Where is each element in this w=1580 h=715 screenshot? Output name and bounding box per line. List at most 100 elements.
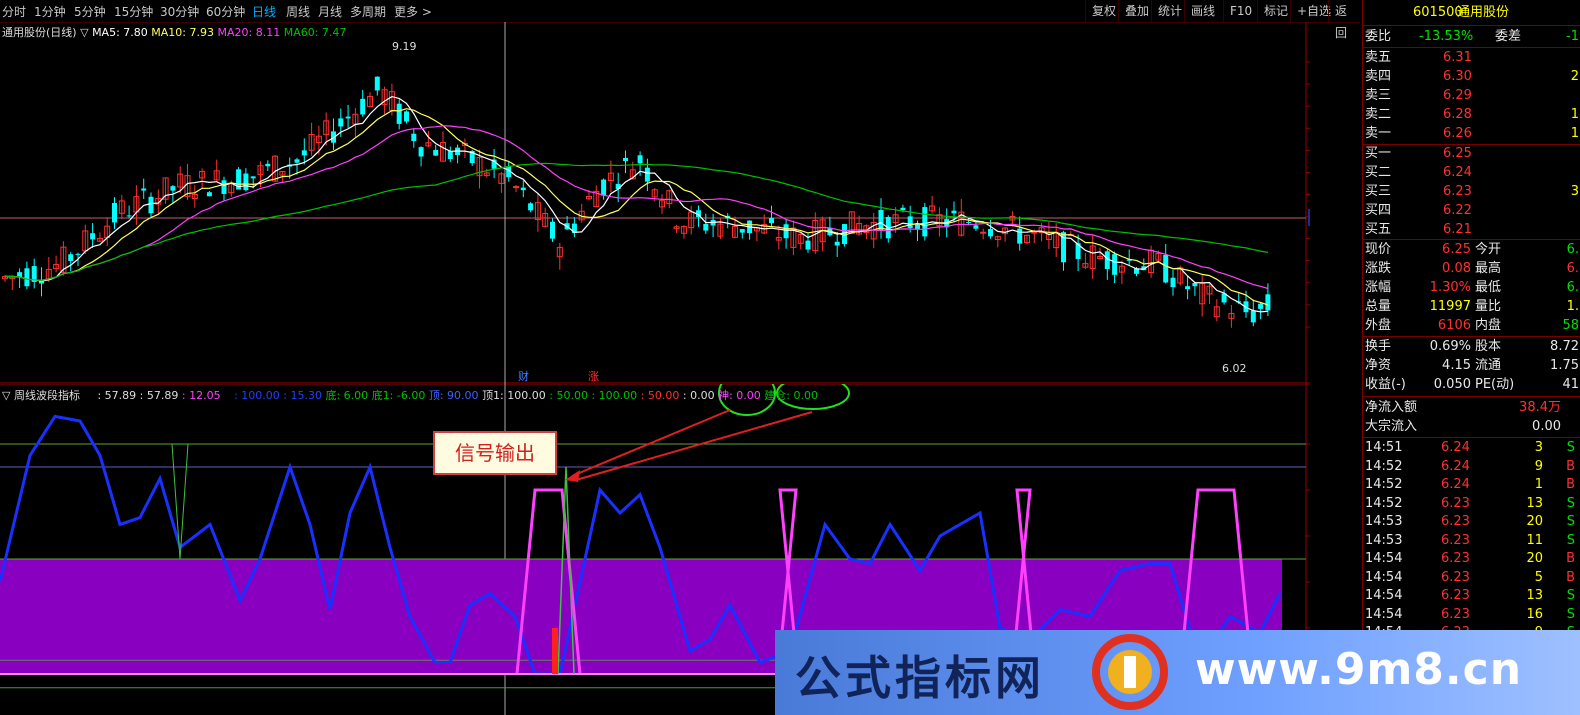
trade-price: 6.23 bbox=[1441, 495, 1470, 511]
trade-price: 6.23 bbox=[1441, 532, 1470, 548]
stock-code: 601500 bbox=[1413, 5, 1463, 20]
period-tab-1[interactable]: 1分钟 bbox=[34, 3, 66, 20]
trade-side: B bbox=[1566, 551, 1575, 566]
ind-val-7: 顶: 90.00 bbox=[428, 389, 479, 402]
trade-row: 14:54 6.23 20 B bbox=[1363, 550, 1580, 568]
trade-side: S bbox=[1566, 495, 1575, 511]
trade-price: 6.23 bbox=[1441, 588, 1470, 603]
bid-label: 买一 bbox=[1365, 146, 1392, 161]
ind-val-2: : 12.05 bbox=[181, 389, 221, 402]
candle-up bbox=[980, 231, 987, 234]
trade-side: B bbox=[1566, 477, 1575, 492]
stock-name: 通用股份 bbox=[1457, 5, 1510, 20]
period-tab-3[interactable]: 15分钟 bbox=[114, 3, 153, 20]
bid-price: 6.21 bbox=[1443, 222, 1472, 237]
fin-row: 收益(-) 0.050 PE(动) 41 bbox=[1363, 376, 1580, 394]
ind-val-8: 顶1: 100.00 bbox=[482, 389, 546, 402]
candle-down bbox=[769, 217, 774, 224]
candle-down bbox=[878, 209, 884, 230]
toolbar-button-4[interactable]: F10 bbox=[1223, 0, 1258, 22]
ind-val-14: 建仓: 0.00 bbox=[764, 389, 818, 402]
fin-label: 收益(-) bbox=[1365, 377, 1406, 392]
ind-val-5: 底: 6.00 bbox=[325, 389, 369, 402]
ask-label: 卖二 bbox=[1365, 107, 1392, 122]
bid-price: 6.22 bbox=[1443, 203, 1472, 218]
trade-row: 14:52 6.24 9 B bbox=[1363, 458, 1580, 476]
fin-row: 换手 0.69% 股本 8.72 bbox=[1363, 338, 1580, 356]
candle-down bbox=[243, 173, 249, 191]
candle-down bbox=[75, 253, 81, 255]
period-tab-5[interactable]: 60分钟 bbox=[206, 3, 245, 20]
candle-down bbox=[126, 215, 132, 217]
candle-down bbox=[396, 103, 402, 124]
ask-row: 卖四 6.30 2 bbox=[1363, 68, 1580, 86]
toolbar-button-3[interactable]: 画线 bbox=[1184, 0, 1221, 22]
toolbar-button-2[interactable]: 统计 bbox=[1151, 0, 1188, 22]
period-tab-0[interactable]: 分时 bbox=[2, 3, 26, 20]
trade-vol: 20 bbox=[1526, 551, 1543, 566]
stat-row: 现价 6.25 今开 6. bbox=[1363, 241, 1580, 259]
candle-down bbox=[644, 167, 650, 182]
fin-label: 净资 bbox=[1365, 358, 1392, 373]
main-legend: 通用股份(日线) ▽ MA5: 7.80 MA10: 7.93 MA20: 8.… bbox=[2, 26, 347, 39]
finance-marker: 财 bbox=[518, 369, 529, 383]
period-tab-9[interactable]: 多周期 bbox=[350, 3, 386, 20]
toolbar-button-7[interactable]: 返回 bbox=[1328, 0, 1360, 40]
fin-value-2: 8.72 bbox=[1550, 339, 1579, 354]
toolbar-button-1[interactable]: 叠加 bbox=[1118, 0, 1155, 22]
netflow-row: 净流入额 38.4万 bbox=[1363, 399, 1580, 417]
fin-label-2: PE(动) bbox=[1475, 377, 1515, 392]
trade-time: 14:54 bbox=[1365, 588, 1403, 603]
toolbar-button-0[interactable]: 复权 bbox=[1085, 0, 1122, 22]
arrow-head bbox=[565, 470, 580, 482]
stat-label: 总量 bbox=[1365, 299, 1392, 314]
candle-down bbox=[1170, 277, 1176, 288]
trade-price: 6.23 bbox=[1441, 569, 1470, 585]
ask-vol: 1 bbox=[1570, 126, 1579, 141]
weibi-label: 委比 bbox=[1365, 29, 1392, 44]
candle-down bbox=[170, 186, 176, 191]
candle-down bbox=[90, 233, 96, 240]
watermark-logo-icon bbox=[1092, 634, 1168, 710]
trade-side: B bbox=[1566, 458, 1575, 474]
ask-row: 卖二 6.28 1 bbox=[1363, 106, 1580, 124]
stat-value: 6106 bbox=[1437, 318, 1471, 333]
candle-up bbox=[1031, 231, 1038, 234]
trade-row: 14:51 6.24 3 S bbox=[1363, 439, 1580, 457]
candle-down bbox=[951, 210, 957, 214]
trade-time: 14:52 bbox=[1365, 477, 1403, 492]
period-tab-10[interactable]: 更多 > bbox=[394, 3, 432, 20]
netflow-value: 38.4万 bbox=[1519, 400, 1561, 415]
weibi-row: 委比 -13.53% 委差 -1 bbox=[1363, 28, 1580, 46]
stat-value-2: 6. bbox=[1566, 261, 1579, 276]
stat-value: 11997 bbox=[1429, 299, 1471, 314]
period-tab-8[interactable]: 月线 bbox=[318, 3, 342, 20]
candle-down bbox=[1192, 282, 1198, 287]
period-tab-2[interactable]: 5分钟 bbox=[74, 3, 106, 20]
ind-val-6: 底1: -6.00 bbox=[371, 389, 426, 402]
period-tab-4[interactable]: 30分钟 bbox=[160, 3, 199, 20]
stat-label-2: 最高 bbox=[1475, 261, 1502, 276]
ind-val-1: : 57.89 bbox=[139, 389, 179, 402]
candle-down bbox=[623, 158, 628, 162]
candle-down bbox=[922, 207, 928, 237]
period-tab-7[interactable]: 周线 bbox=[286, 3, 310, 20]
period-tab-6[interactable]: 日线 bbox=[252, 3, 276, 20]
trade-row: 14:52 6.23 13 S bbox=[1363, 495, 1580, 513]
ask-price: 6.29 bbox=[1443, 88, 1472, 103]
fin-value: 0.050 bbox=[1433, 377, 1471, 392]
candle-down bbox=[411, 133, 417, 141]
stat-value-2: 6. bbox=[1566, 280, 1579, 295]
candlestick-chart[interactable]: 9.008.758.508.258.007.757.507.257.006.75… bbox=[0, 22, 1310, 384]
weibi-value: -13.53% bbox=[1419, 29, 1474, 44]
toolbar-button-5[interactable]: 标记 bbox=[1257, 0, 1294, 22]
trade-side: B bbox=[1566, 569, 1575, 585]
trade-price: 6.23 bbox=[1441, 551, 1470, 566]
ask-price: 6.26 bbox=[1443, 126, 1472, 141]
bid-price: 6.24 bbox=[1443, 165, 1472, 180]
candle-down bbox=[418, 147, 424, 157]
ask-label: 卖五 bbox=[1365, 50, 1392, 65]
ask-price: 6.30 bbox=[1443, 69, 1472, 84]
ask-label: 卖一 bbox=[1365, 126, 1392, 141]
weicha-label: 委差 bbox=[1495, 29, 1522, 44]
